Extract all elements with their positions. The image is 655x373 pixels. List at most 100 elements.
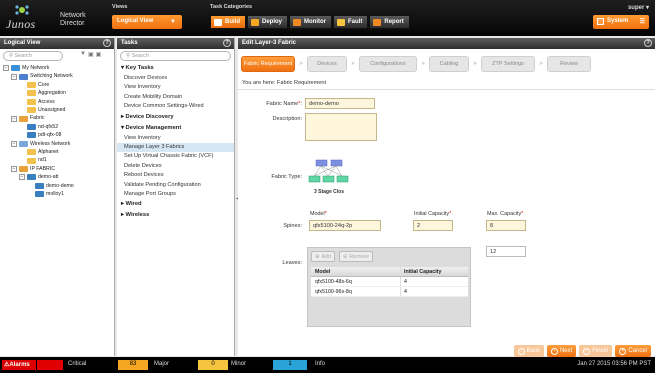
expand-toggle-icon[interactable]: − [11, 115, 17, 122]
description-field[interactable] [305, 113, 377, 141]
task-item[interactable]: Reboot Devices [117, 171, 234, 180]
task-item[interactable]: Create Mobility Domain [117, 93, 234, 102]
help-icon[interactable]: ? [103, 39, 111, 47]
expand-icon[interactable]: ▣ [88, 51, 94, 58]
next-button[interactable]: › Next [546, 345, 577, 357]
expand-toggle-icon[interactable]: − [11, 140, 17, 147]
tree-node[interactable]: − Switching Network [3, 72, 111, 80]
wizard-step[interactable]: ZTP Settings [481, 56, 535, 72]
task-report-button[interactable]: Report [369, 15, 410, 29]
task-item[interactable]: View Inventory [117, 134, 234, 143]
table-row[interactable]: qfx5100-48s-6q 4 [311, 277, 468, 287]
status-bar: ⚠Alarms Critical 83 Major 0 Minor 1 Info… [0, 357, 655, 373]
task-monitor-button[interactable]: Monitor [289, 15, 333, 29]
column-header: Model [311, 267, 401, 276]
task-item[interactable]: View Inventory [117, 83, 234, 92]
expand-toggle-icon[interactable]: − [11, 73, 17, 80]
tree-node[interactable]: −Alphanet [3, 148, 111, 156]
tree-node[interactable]: −Unassigned [3, 106, 111, 114]
task-section-header[interactable]: ▸ Wireless [117, 210, 234, 221]
folder-icon [27, 157, 36, 164]
wizard-step[interactable]: Review [547, 56, 591, 72]
expand-toggle-icon[interactable]: − [3, 65, 9, 72]
task-fault-button[interactable]: Fault [333, 15, 369, 29]
critical-count[interactable] [37, 360, 63, 370]
help-icon[interactable]: ? [644, 39, 652, 47]
tree-node[interactable]: −demo-demo [3, 182, 111, 190]
wizard-step[interactable]: Cabling [429, 56, 469, 72]
task-section-header[interactable]: ▸ Device Discovery [117, 112, 234, 123]
spine-initial-capacity-field[interactable]: 2 [413, 220, 453, 231]
task-item[interactable]: Delete Devices [117, 162, 234, 171]
cancel-button[interactable]: × Cancel [615, 345, 651, 357]
filter-icon[interactable]: ▼ [80, 51, 86, 58]
chevron-down-icon: ▼ [170, 19, 176, 25]
tree-node[interactable]: −nd-qfx52 [3, 123, 111, 131]
tasks-panel: Tasks ? ⚲ Search ▾ Key Tasks Discover Dev… [117, 38, 235, 356]
tree-node[interactable]: − IP FABRIC [3, 165, 111, 173]
max-capacity-column-label: Max. Capacity* [487, 211, 524, 217]
tree-node[interactable]: − Wireless Network [3, 140, 111, 148]
major-count[interactable]: 83 [118, 360, 148, 370]
tree-node[interactable]: −nd1 [3, 156, 111, 164]
tree-node[interactable]: − My Network [3, 64, 111, 72]
user-menu[interactable]: super ▾ [628, 4, 649, 11]
task-deploy-button[interactable]: Deploy [247, 15, 289, 29]
leaves-max-capacity-field[interactable]: 12 [486, 246, 526, 257]
task-section-header[interactable]: ▸ Wired [117, 199, 234, 210]
expand-toggle-icon[interactable]: − [19, 174, 25, 181]
tree-node[interactable]: −Aggregation [3, 89, 111, 97]
fabric-name-field[interactable]: demo-demo [305, 98, 375, 109]
tree-node[interactable]: −pdt-qfx-08 [3, 131, 111, 139]
task-categories-label: Task Categories [210, 4, 253, 10]
wizard-step[interactable]: Fabric Requirement [241, 56, 295, 72]
finish-button[interactable]: ✓ Finish [579, 345, 613, 357]
task-item[interactable]: Validate Pending Configuration [117, 181, 234, 190]
task-item[interactable]: Device Common Settings-Wired [117, 102, 234, 111]
task-section-header[interactable]: ▾ Key Tasks [117, 63, 234, 74]
wizard-step[interactable]: Configurations [359, 56, 417, 72]
add-leaf-button[interactable]: ⊕ Add [311, 251, 335, 262]
tasks-search-input[interactable]: ⚲ Search [120, 51, 231, 61]
task-item[interactable]: Manage Port Groups [117, 190, 234, 199]
expand-toggle-icon[interactable]: − [11, 166, 17, 173]
tree-node-label: Core [38, 81, 50, 88]
collapse-icon[interactable]: ▣ [96, 51, 102, 58]
tree-node[interactable]: −Access [3, 98, 111, 106]
table-cell: qfx5100-48s-6q [311, 277, 401, 286]
task-item[interactable]: Discover Devices [117, 74, 234, 83]
fabric-icon [19, 166, 28, 173]
monitor-icon [293, 19, 302, 26]
build-icon [214, 19, 222, 26]
tree-node[interactable]: − demo-att [3, 173, 111, 181]
view-selector-dropdown[interactable]: Logical View ▼ [112, 15, 182, 29]
task-item[interactable]: Manage Layer 3 Fabrics [117, 143, 234, 153]
help-icon[interactable]: ? [223, 39, 231, 47]
info-count[interactable]: 1 [273, 360, 307, 370]
task-category-bar: Build Deploy Monitor Fault Report [210, 15, 410, 29]
search-icon: ⚲ [126, 53, 131, 59]
alarms-button[interactable]: ⚠Alarms [2, 360, 36, 370]
remove-leaf-button[interactable]: ⊖ Remove [338, 251, 374, 262]
system-button[interactable]: System ☰ [593, 15, 649, 29]
next-icon: › [550, 347, 558, 355]
spine-model-field[interactable]: qfx5100-24q-2p [309, 220, 381, 231]
table-row[interactable]: qfx5100-96s-8q 4 [311, 287, 468, 297]
fabric-type-label: Fabric Type: [271, 174, 302, 180]
task-item[interactable]: Set Up Virtual Chassis Fabric (VCF) [117, 152, 234, 161]
timestamp: Jan 27 2015 03:56 PM PST [577, 361, 651, 367]
fabric-type-clos-option[interactable]: 3 Stage Clos [308, 157, 350, 197]
logical-view-search-input[interactable]: ⚲ Search [3, 51, 63, 61]
minor-count[interactable]: 0 [198, 360, 228, 370]
spine-max-capacity-field[interactable]: 8 [486, 220, 526, 231]
back-button[interactable]: ‹ Back [513, 345, 544, 357]
task-build-button[interactable]: Build [210, 15, 246, 29]
tree-node[interactable]: −molloy1 [3, 190, 111, 198]
tree-node-label: Switching Network [30, 73, 73, 80]
wireless-icon [19, 140, 28, 147]
task-section-header[interactable]: ▾ Device Management [117, 123, 234, 134]
tree-node[interactable]: −Core [3, 81, 111, 89]
tree-node[interactable]: − Fabric [3, 114, 111, 122]
model-column-label: Model* [310, 211, 327, 217]
wizard-step[interactable]: Devices [307, 56, 347, 72]
